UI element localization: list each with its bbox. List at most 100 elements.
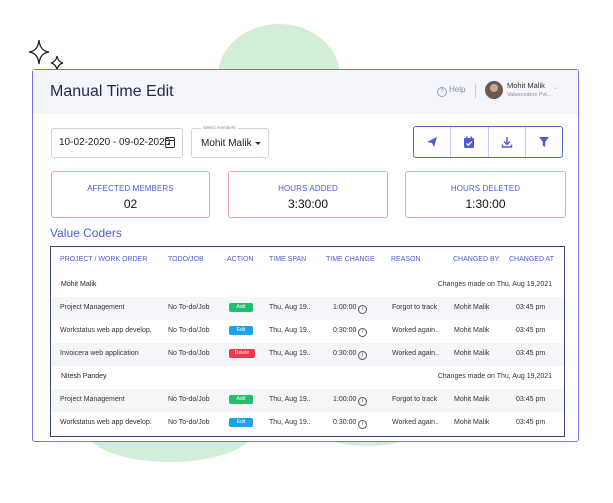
stat-label: HOURS ADDED bbox=[278, 184, 338, 193]
manual-time-edit-panel: Manual Time Edit ? Help Mohit Malik Value… bbox=[32, 69, 579, 442]
reason-cell: Worked again.. bbox=[392, 327, 439, 334]
changed-by-cell: Mohit Malik bbox=[454, 350, 490, 357]
change-date-note: Changes made on Thu, Aug 19,2021 bbox=[437, 373, 552, 380]
time-change-value: 1:00:00 bbox=[333, 304, 357, 311]
member-group-header: Mohit Malik Changes made on Thu, Aug 19,… bbox=[51, 274, 564, 297]
changed-by-cell: Mohit Malik bbox=[454, 419, 490, 426]
help-label: Help bbox=[449, 85, 466, 94]
company-heading: Value Coders bbox=[50, 226, 122, 240]
time-change-cell: 0:30:00 i bbox=[333, 419, 368, 429]
filter-icon bbox=[538, 137, 549, 147]
column-header[interactable]: CHANGED BY bbox=[453, 256, 499, 263]
stat-affected-members: AFFECTED MEMBERS 02 bbox=[51, 171, 210, 218]
date-range-value: 10-02-2020 - 09-02-2020 bbox=[59, 137, 171, 148]
changed-at-cell: 03:45 pm bbox=[516, 350, 546, 357]
todo-cell: No To-do/Job bbox=[168, 304, 210, 311]
action-badge-add: Add bbox=[229, 303, 253, 312]
calendar-check-icon bbox=[464, 136, 475, 148]
time-change-cell: 0:30:00 i bbox=[333, 327, 368, 337]
todo-cell: No To-do/Job bbox=[168, 419, 210, 426]
panel-header: Manual Time Edit ? Help Mohit Malik Value… bbox=[33, 70, 578, 114]
reason-cell: Worked again.. bbox=[392, 419, 439, 426]
stat-value: 1:30:00 bbox=[465, 197, 506, 211]
help-link[interactable]: ? Help bbox=[437, 85, 465, 97]
caret-down-icon bbox=[255, 142, 261, 145]
member-select-value: Mohit Malik bbox=[201, 138, 252, 149]
date-range-picker[interactable]: 10-02-2020 - 09-02-2020 bbox=[51, 128, 183, 158]
action-badge-edit: Edit bbox=[229, 326, 253, 335]
project-cell: Workstatus web app develop. bbox=[60, 419, 152, 426]
column-header[interactable]: TODO/JOB bbox=[168, 256, 204, 263]
info-icon[interactable]: i bbox=[358, 420, 368, 429]
table-row[interactable]: Workstatus web app develop. No To-do/Job… bbox=[51, 320, 564, 343]
time-change-value: 0:30:00 bbox=[333, 419, 357, 426]
info-icon[interactable]: i bbox=[358, 328, 368, 337]
user-name[interactable]: Mohit Malik bbox=[507, 81, 545, 90]
download-button[interactable] bbox=[489, 127, 526, 157]
avatar[interactable] bbox=[485, 81, 503, 99]
time-span-cell: Thu, Aug 19.. bbox=[269, 396, 311, 403]
help-icon: ? bbox=[437, 87, 447, 97]
time-change-cell: 0:30:00 i bbox=[333, 350, 368, 360]
stat-value: 02 bbox=[123, 197, 138, 211]
chevron-down-icon[interactable]: ⌄ bbox=[553, 84, 558, 91]
time-change-value: 0:30:00 bbox=[333, 327, 357, 334]
stat-label: HOURS DELETED bbox=[450, 184, 521, 193]
changed-at-cell: 03:45 pm bbox=[516, 419, 546, 426]
project-cell: Project Management bbox=[60, 396, 125, 403]
column-header[interactable]: PROJECT / WORK ORDER bbox=[60, 256, 147, 263]
time-change-value: 0:30:00 bbox=[333, 350, 357, 357]
calendar-icon bbox=[165, 137, 175, 148]
stat-label: AFFECTED MEMBERS bbox=[87, 184, 174, 193]
changed-at-cell: 03:45 pm bbox=[516, 396, 546, 403]
time-change-cell: 1:00:00 i bbox=[333, 304, 368, 314]
todo-cell: No To-do/Job bbox=[168, 350, 210, 357]
member-select-legend: Select members bbox=[201, 125, 238, 130]
table-row[interactable]: Invoicera web application No To-do/Job D… bbox=[51, 343, 564, 366]
project-cell: Invoicera web application bbox=[60, 350, 139, 357]
time-span-cell: Thu, Aug 19.. bbox=[269, 350, 311, 357]
table-row[interactable]: Project Management No To-do/Job Add Thu,… bbox=[51, 389, 564, 412]
member-group-header: Nitesh Pandey Changes made on Thu, Aug 1… bbox=[51, 366, 564, 389]
page-title: Manual Time Edit bbox=[50, 83, 174, 100]
changed-by-cell: Mohit Malik bbox=[454, 327, 490, 334]
reason-cell: Forgot to track bbox=[392, 304, 438, 311]
time-change-value: 1:00:00 bbox=[333, 396, 357, 403]
user-company: Valuecoders Pvt... bbox=[507, 92, 552, 98]
info-icon[interactable]: i bbox=[358, 397, 368, 406]
time-edit-table: PROJECT / WORK ORDER TODO/JOB ACTION TIM… bbox=[50, 246, 565, 437]
filter-button[interactable] bbox=[526, 127, 562, 157]
send-button[interactable] bbox=[414, 127, 452, 157]
column-header[interactable]: CHANGED AT bbox=[509, 256, 554, 263]
stat-value: 3:30:00 bbox=[287, 197, 329, 211]
time-change-cell: 1:00:00 i bbox=[333, 396, 368, 406]
send-icon bbox=[427, 137, 438, 147]
calendar-check-button[interactable] bbox=[451, 127, 489, 157]
member-select[interactable]: Select members Mohit Malik bbox=[191, 125, 269, 158]
project-cell: Project Management bbox=[60, 304, 125, 311]
table-row[interactable]: Project Management No To-do/Job Add Thu,… bbox=[51, 297, 564, 320]
changed-by-cell: Mohit Malik bbox=[454, 396, 490, 403]
time-span-cell: Thu, Aug 19.. bbox=[269, 419, 311, 426]
column-header[interactable]: ACTION bbox=[227, 256, 253, 263]
table-row[interactable]: Workstatus web app develop. No To-do/Job… bbox=[51, 412, 564, 435]
project-cell: Workstatus web app develop. bbox=[60, 327, 152, 334]
column-header[interactable]: TIME SPAN bbox=[269, 256, 306, 263]
action-badge-add: Add bbox=[229, 395, 253, 404]
reason-cell: Forgot to track bbox=[392, 396, 438, 403]
changed-at-cell: 03:45 pm bbox=[516, 327, 546, 334]
todo-cell: No To-do/Job bbox=[168, 396, 210, 403]
time-span-cell: Thu, Aug 19.. bbox=[269, 327, 311, 334]
stat-hours-added: HOURS ADDED 3:30:00 bbox=[228, 171, 388, 218]
change-date-note: Changes made on Thu, Aug 19,2021 bbox=[437, 281, 552, 288]
header-divider bbox=[475, 84, 476, 98]
changed-by-cell: Mohit Malik bbox=[454, 304, 490, 311]
reason-cell: Worked again.. bbox=[392, 350, 439, 357]
info-icon[interactable]: i bbox=[358, 305, 368, 314]
column-header[interactable]: REASON bbox=[391, 256, 421, 263]
download-icon bbox=[501, 137, 512, 148]
changed-at-cell: 03:45 pm bbox=[516, 304, 546, 311]
action-badge-edit: Edit bbox=[229, 418, 253, 427]
info-icon[interactable]: i bbox=[358, 351, 368, 360]
column-header[interactable]: TIME CHANGE bbox=[326, 256, 375, 263]
